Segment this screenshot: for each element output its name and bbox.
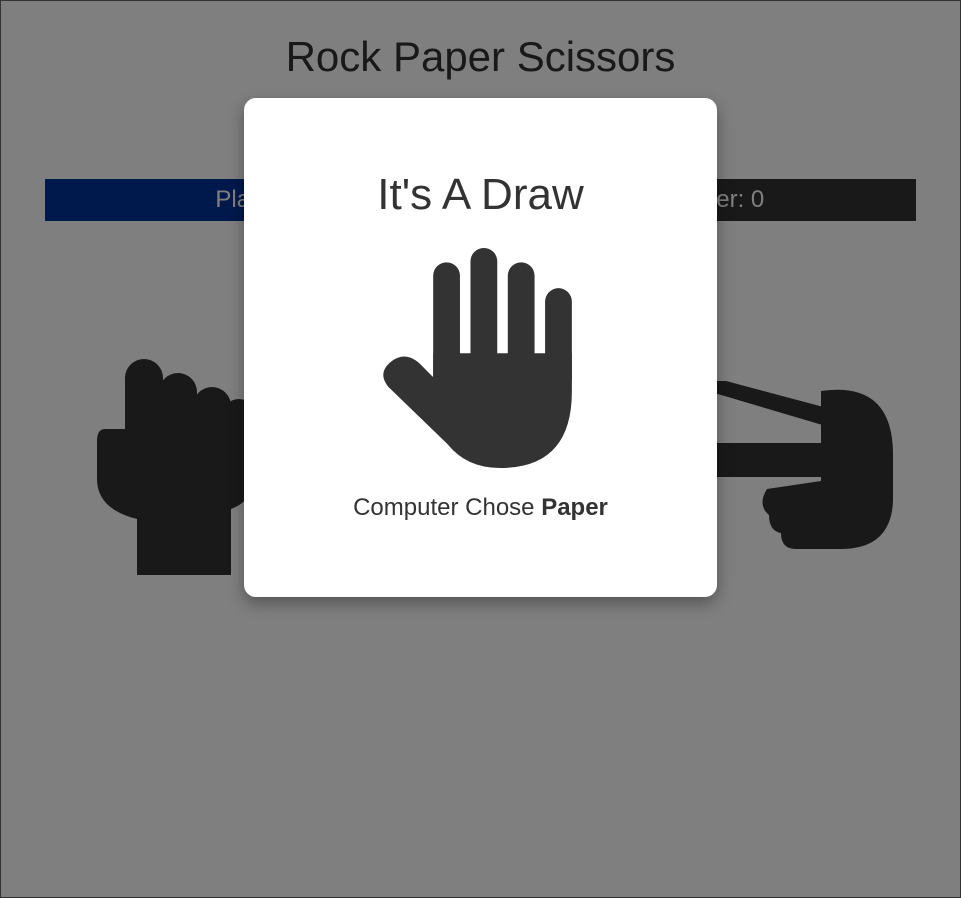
result-prefix: Computer Chose bbox=[353, 494, 535, 521]
result-text: Computer Chose Paper bbox=[244, 494, 717, 522]
page: Rock Paper Scissors Player: 0 Computer: … bbox=[0, 0, 961, 898]
result-choice: Paper bbox=[541, 494, 608, 521]
hand-paper-icon bbox=[382, 248, 572, 468]
result-modal: It's A Draw Computer Chose Paper bbox=[244, 98, 717, 597]
result-title: It's A Draw bbox=[377, 170, 584, 219]
